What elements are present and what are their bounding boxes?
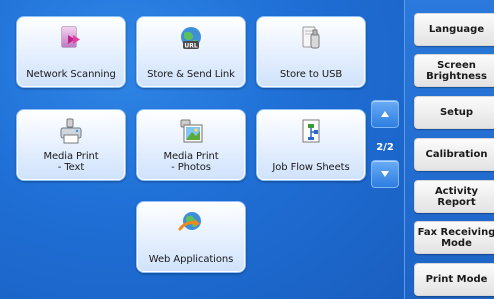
tile-label: Media Print - Photos [163, 151, 219, 173]
svg-text:URL: URL [184, 42, 197, 49]
tile-label: Job Flow Sheets [272, 162, 350, 173]
arrow-up-icon [381, 111, 389, 117]
tile-label: Store & Send Link [147, 69, 235, 80]
page-scroller: 2/2 [371, 100, 401, 200]
tile-label: Media Print - Text [43, 151, 99, 173]
page-indicator: 2/2 [376, 142, 394, 153]
photo-print-icon [180, 119, 203, 143]
side-btn-print-mode[interactable]: Print Mode [414, 263, 494, 296]
web-globe-icon [178, 212, 201, 231]
printer-media-icon [60, 118, 82, 144]
network-scan-icon [61, 26, 80, 48]
tile-media-print-text[interactable]: Media Print - Text [16, 109, 126, 181]
side-btn-screen-brightness[interactable]: Screen Brightness [414, 54, 494, 87]
page-down-button[interactable] [371, 160, 399, 188]
side-menu: Language Screen Brightness Setup Calibra… [404, 0, 494, 299]
tile-label: Web Applications [148, 254, 234, 265]
tile-media-print-photos[interactable]: Media Print - Photos [136, 109, 246, 181]
side-btn-activity-report[interactable]: Activity Report [414, 180, 494, 213]
side-btn-setup[interactable]: Setup [414, 96, 494, 129]
side-btn-language[interactable]: Language [414, 13, 494, 46]
tile-store-send-link[interactable]: URL Store & Send Link [136, 16, 246, 88]
service-panel: Network Scanning URL Store & Send Link S… [0, 0, 404, 299]
tile-web-applications[interactable]: Web Applications [136, 201, 246, 273]
job-flow-icon [302, 119, 320, 143]
url-globe-icon: URL [181, 27, 201, 49]
side-btn-calibration[interactable]: Calibration [414, 138, 494, 171]
arrow-down-icon [381, 171, 389, 177]
tile-network-scanning[interactable]: Network Scanning [16, 16, 126, 88]
tile-label: Store to USB [279, 69, 343, 80]
side-btn-fax-receiving-mode[interactable]: Fax Receiving Mode [414, 221, 494, 254]
page-up-button[interactable] [371, 100, 399, 128]
usb-icon [302, 26, 320, 49]
tile-label: Network Scanning [26, 69, 116, 80]
tile-store-to-usb[interactable]: Store to USB [256, 16, 366, 88]
tile-job-flow-sheets[interactable]: Job Flow Sheets [256, 109, 366, 181]
